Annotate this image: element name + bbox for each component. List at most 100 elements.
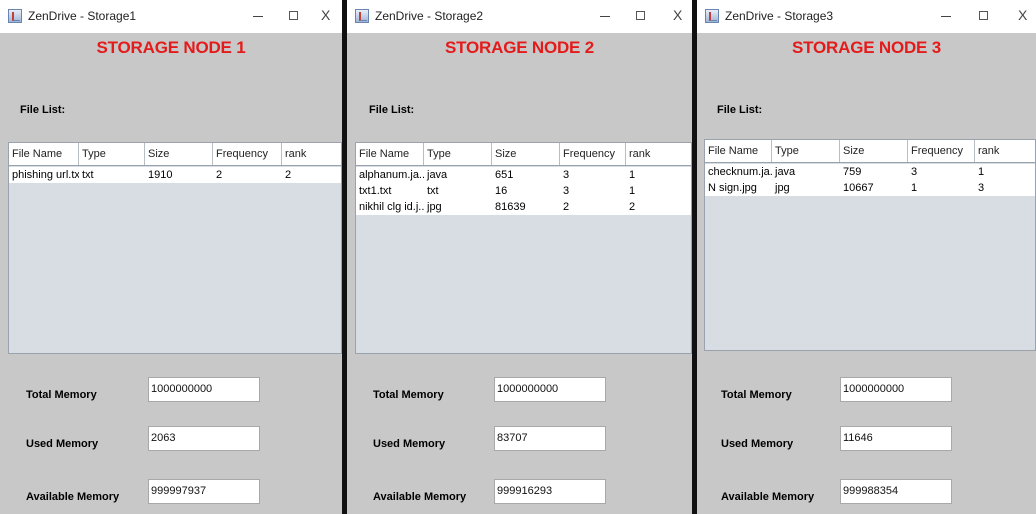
storage-window-1: ZenDrive - Storage1 X STORAGE NODE 1 File L… xyxy=(0,0,342,514)
available-memory-field[interactable]: 999988354 xyxy=(840,479,952,504)
column-header[interactable]: Frequency xyxy=(908,140,975,162)
java-app-icon xyxy=(705,9,719,23)
minimize-button[interactable] xyxy=(941,16,951,17)
column-header[interactable]: Type xyxy=(79,143,145,165)
file-list-label: File List: xyxy=(20,104,66,116)
table-cell: 1 xyxy=(911,182,918,194)
available-memory-field[interactable]: 999997937 xyxy=(148,479,260,504)
title-bar[interactable]: ZenDrive - Storage3 X xyxy=(697,0,1036,33)
table-header: File Name Type Size Frequency rank xyxy=(9,143,341,166)
table-cell: txt xyxy=(427,185,439,197)
minimize-button[interactable] xyxy=(600,16,610,17)
table-cell: phishing url.txt xyxy=(12,169,79,181)
table-row[interactable]: txt1.txt txt 16 3 1 xyxy=(356,183,691,199)
table-cell: alphanum.ja... xyxy=(359,169,424,181)
column-header[interactable]: Type xyxy=(424,143,492,165)
minimize-button[interactable] xyxy=(253,16,263,17)
title-bar[interactable]: ZenDrive - Storage2 X xyxy=(347,0,692,33)
table-cell: 1910 xyxy=(148,169,173,181)
table-header: File Name Type Size Frequency rank xyxy=(705,140,1035,163)
table-cell: 3 xyxy=(563,185,570,197)
java-app-icon xyxy=(8,9,22,23)
maximize-button[interactable] xyxy=(979,11,988,20)
total-memory-field[interactable]: 1000000000 xyxy=(494,377,606,402)
table-row[interactable]: alphanum.ja... java 651 3 1 xyxy=(356,167,691,183)
table-cell: jpg xyxy=(427,201,442,213)
column-header[interactable]: File Name xyxy=(9,143,79,165)
maximize-button[interactable] xyxy=(636,11,645,20)
column-header[interactable]: File Name xyxy=(356,143,424,165)
table-cell: 2 xyxy=(285,169,292,181)
window-title: ZenDrive - Storage3 xyxy=(725,9,834,23)
table-row[interactable]: nikhil clg id.j... jpg 81639 2 2 xyxy=(356,199,691,215)
table-cell: 1 xyxy=(978,166,985,178)
used-memory-field[interactable]: 11646 xyxy=(840,426,952,451)
available-memory-label: Available Memory xyxy=(26,491,120,503)
column-header[interactable]: Size xyxy=(840,140,908,162)
column-header[interactable]: rank xyxy=(282,143,342,165)
total-memory-label: Total Memory xyxy=(721,389,792,401)
table-cell: 1 xyxy=(629,185,636,197)
used-memory-field[interactable]: 2063 xyxy=(148,426,260,451)
column-header[interactable]: Frequency xyxy=(213,143,282,165)
java-app-icon xyxy=(355,9,369,23)
used-memory-field[interactable]: 83707 xyxy=(494,426,606,451)
table-cell: java xyxy=(775,166,796,178)
file-table[interactable]: File Name Type Size Frequency rank phishing u… xyxy=(8,142,342,354)
available-memory-label: Available Memory xyxy=(721,491,815,503)
table-cell: java xyxy=(427,169,448,181)
table-cell: nikhil clg id.j... xyxy=(359,201,424,213)
maximize-button[interactable] xyxy=(289,11,298,20)
storage-window-3: ZenDrive - Storage3 X STORAGE NODE 3 File L… xyxy=(697,0,1036,514)
table-cell: 16 xyxy=(495,185,508,197)
node-title: STORAGE NODE 2 xyxy=(445,38,594,57)
total-memory-label: Total Memory xyxy=(373,389,444,401)
title-bar[interactable]: ZenDrive - Storage1 X xyxy=(0,0,342,33)
column-header[interactable]: Type xyxy=(772,140,840,162)
used-memory-label: Used Memory xyxy=(721,438,794,450)
column-header[interactable]: Size xyxy=(145,143,213,165)
table-cell: 2 xyxy=(563,201,570,213)
window-title: ZenDrive - Storage1 xyxy=(28,9,137,23)
table-cell: checknum.ja... xyxy=(708,166,772,178)
available-memory-field[interactable]: 999916293 xyxy=(494,479,606,504)
table-cell: 2 xyxy=(216,169,223,181)
table-cell: 3 xyxy=(563,169,570,181)
table-row[interactable]: checknum.ja... java 759 3 1 xyxy=(705,164,1035,180)
table-cell: 651 xyxy=(495,169,514,181)
close-button[interactable]: X xyxy=(321,7,330,23)
table-cell: 10667 xyxy=(843,182,874,194)
used-memory-label: Used Memory xyxy=(373,438,446,450)
total-memory-field[interactable]: 1000000000 xyxy=(840,377,952,402)
table-cell: jpg xyxy=(775,182,790,194)
node-title: STORAGE NODE 1 xyxy=(96,38,246,57)
table-cell: txt xyxy=(82,169,94,181)
node-title: STORAGE NODE 3 xyxy=(792,38,941,57)
table-row[interactable]: N sign.jpg jpg 10667 1 3 xyxy=(705,180,1035,196)
file-table[interactable]: File Name Type Size Frequency rank checknum.j… xyxy=(704,139,1036,351)
column-header[interactable]: File Name xyxy=(705,140,772,162)
table-cell: 1 xyxy=(629,169,636,181)
table-cell: 759 xyxy=(843,166,862,178)
table-header: File Name Type Size Frequency rank xyxy=(356,143,691,166)
table-cell: 3 xyxy=(911,166,918,178)
total-memory-field[interactable]: 1000000000 xyxy=(148,377,260,402)
file-list-label: File List: xyxy=(369,104,415,116)
file-table[interactable]: File Name Type Size Frequency rank alphanum.j… xyxy=(355,142,692,354)
column-header[interactable]: Size xyxy=(492,143,560,165)
available-memory-label: Available Memory xyxy=(373,491,467,503)
total-memory-label: Total Memory xyxy=(26,389,97,401)
table-cell: txt1.txt xyxy=(359,185,392,197)
close-button[interactable]: X xyxy=(673,7,682,23)
table-cell: 3 xyxy=(978,182,985,194)
used-memory-label: Used Memory xyxy=(26,438,99,450)
column-header[interactable]: Frequency xyxy=(560,143,626,165)
column-header[interactable]: rank xyxy=(975,140,1036,162)
table-row[interactable]: phishing url.txt txt 1910 2 2 xyxy=(9,167,341,183)
table-cell: N sign.jpg xyxy=(708,182,757,194)
storage-window-2: ZenDrive - Storage2 X STORAGE NODE 2 File L… xyxy=(347,0,692,514)
table-cell: 2 xyxy=(629,201,636,213)
column-header[interactable]: rank xyxy=(626,143,692,165)
window-title: ZenDrive - Storage2 xyxy=(375,9,484,23)
close-button[interactable]: X xyxy=(1018,7,1027,23)
